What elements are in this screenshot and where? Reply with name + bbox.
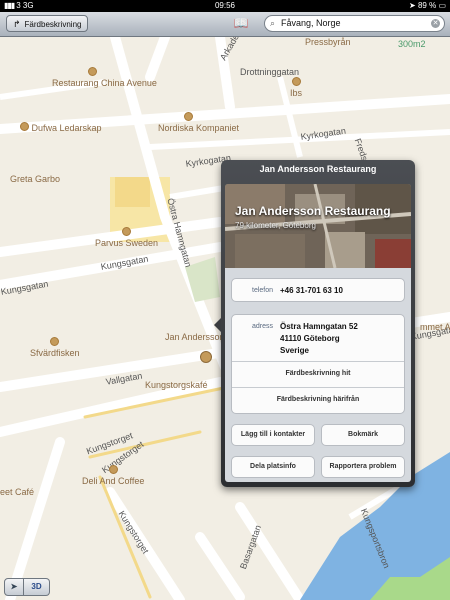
place-photo: Jan Andersson Restaurang 79 kilometer, G… [225,184,411,269]
poi-label: Jan Andersson Restaurang [165,332,274,342]
3d-button[interactable]: 3D [24,578,50,596]
place-popover: Jan Andersson Restaurang Jan Andersson R… [214,160,415,487]
poi[interactable]: Jan Andersson Restaurang [165,332,274,342]
address-line1: Östra Hamngatan 52 [280,322,358,331]
poi-label: Kungstorgskafé [145,380,208,390]
poi[interactable]: Pressbyrån [305,37,351,47]
address-line3: Sverige [280,346,309,355]
address-card: adress Östra Hamngatan 52 41110 Göteborg… [231,314,405,414]
poi[interactable]: Restaurang China Avenue [52,67,157,88]
poi[interactable]: Ibs [290,77,302,98]
poi-label: eet Café [0,487,35,497]
poi-label: Ibs [290,88,303,98]
status-right: ➤ 89 % ▭ [409,0,446,12]
status-bar: ▮▮▮ 3 3G 09:56 ➤ 89 % ▭ [0,0,450,12]
search-value: Fåvang, Norge [281,18,341,28]
address-line2: 41110 Göteborg [280,334,340,343]
poi[interactable]: 300m2 [398,39,426,49]
poi-icon [20,122,29,131]
poi-label: mmet A [420,322,450,332]
popover-body: Jan Andersson Restaurang 79 kilometer, G… [225,184,411,482]
search-icon: ⌕ [270,18,276,28]
address-label: adress [252,323,274,330]
clear-icon[interactable]: ✕ [431,19,440,28]
locate-icon[interactable]: ➤ [4,578,24,596]
poi-label: Nordiska Kompaniet [158,123,240,133]
poi-icon [108,465,118,474]
place-name: Jan Andersson Restaurang [235,204,391,218]
poi[interactable]: mmet A [420,322,450,332]
toolbar: ↱ Färdbeskrivning 📖 ⌕ Fåvang, Norge ✕ [0,12,450,37]
poi-icon [291,77,301,86]
poi-icon [122,227,132,236]
street-label: Drottninggatan [240,67,300,77]
share-location-button[interactable]: Dela platsinfo [231,456,315,478]
phone-label: telefon [252,287,274,294]
poi[interactable]: eet Café [0,487,34,497]
popover-title: Jan Andersson Restaurang [259,164,377,174]
battery-icon: ▭ [438,1,446,10]
turn-arrow-icon: ↱ [13,19,21,29]
location-status-icon: ➤ [409,1,416,10]
poi-label: Deli And Coffee [82,476,145,486]
poi[interactable]: Dufwa Ledarskap [20,122,102,133]
map-controls: ➤ 3D [4,578,50,596]
poi-label: Pressbyrån [305,37,351,47]
bookmarks-icon[interactable]: 📖 [233,16,249,30]
add-to-contacts-button[interactable]: Lägg till i kontakter [231,424,315,446]
popover-arrow [214,318,221,332]
poi[interactable]: Parvus Sweden [95,227,158,248]
poi-label: 300m2 [398,39,426,49]
place-distance: 79 kilometer, Göteborg [235,221,316,230]
directions-button[interactable]: ↱ Färdbeskrivning [6,15,89,32]
clock: 09:56 [214,1,236,10]
directions-button-label: Färdbeskrivning [24,20,82,29]
poi[interactable]: Deli And Coffee [82,465,144,486]
phone-row[interactable]: telefon +46 31-701 63 10 [231,278,405,302]
phone-value: +46 31-701 63 10 [280,286,343,295]
poi[interactable]: Sfvärdfisken [30,337,80,358]
poi-icon [87,67,97,76]
poi-icon [50,337,60,346]
battery-label: 89 % [417,1,437,10]
poi[interactable]: Kungstorgskafé [145,380,208,390]
poi[interactable]: Greta Garbo [10,174,60,184]
poi-label: Parvus Sweden [95,238,159,248]
poi-label: Sfvärdfisken [30,348,80,358]
bookmark-button[interactable]: Bokmärk [321,424,405,446]
poi-label: Restaurang China Avenue [52,78,157,88]
directions-here-button[interactable]: Färdbeskrivning hit [232,361,404,386]
selected-pin-icon[interactable] [200,351,212,363]
poi[interactable]: Nordiska Kompaniet [158,112,240,133]
poi-label: Dufwa Ledarskap [31,123,102,133]
search-input[interactable]: ⌕ Fåvang, Norge ✕ [264,15,445,32]
report-problem-button[interactable]: Rapportera problem [321,456,405,478]
poi-label: Greta Garbo [10,174,61,184]
poi-icon [183,112,193,121]
directions-from-button[interactable]: Färdbeskrivning härifrån [232,387,404,412]
